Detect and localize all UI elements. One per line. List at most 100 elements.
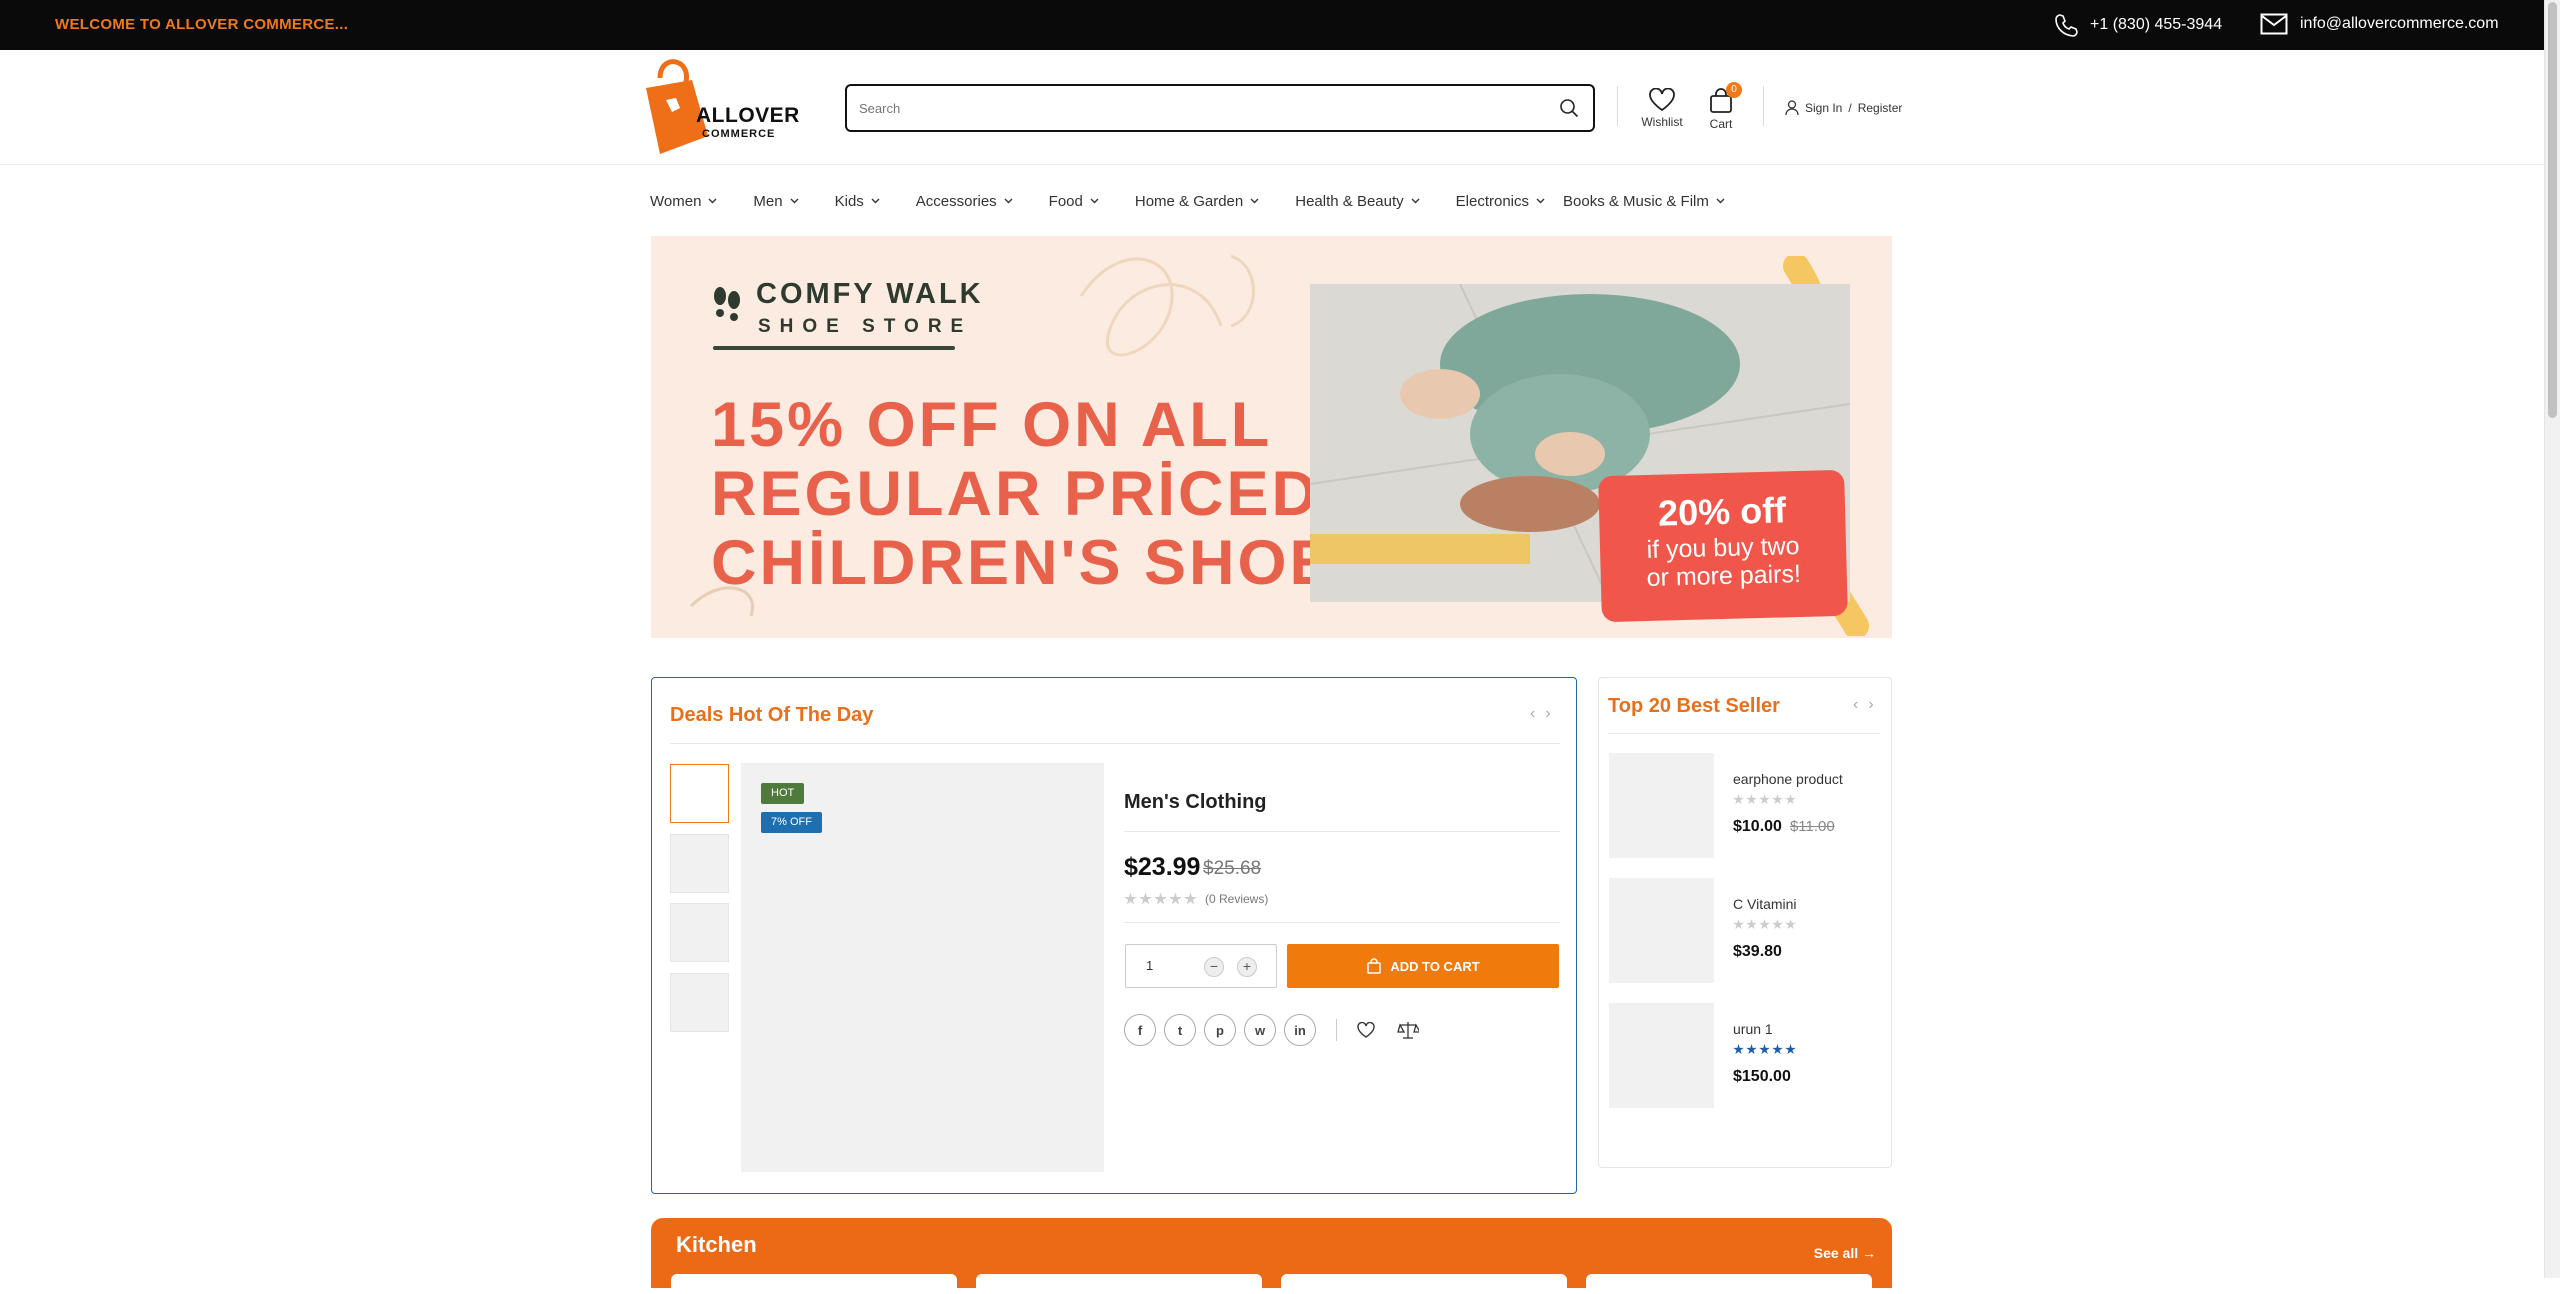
register-link[interactable]: Register (1858, 101, 1903, 115)
promo-line: REGULAR PRİCED (711, 459, 1321, 529)
nav-item-label: Home & Garden (1134, 192, 1244, 210)
nav-item-accessories[interactable]: Accessories (916, 193, 1013, 210)
see-all-link[interactable]: See all → (1814, 1245, 1876, 1261)
reviews-count[interactable]: (0 Reviews) (1205, 892, 1268, 906)
nav-item-electronics[interactable]: Electronics (1456, 193, 1545, 210)
nav-item-kids[interactable]: Kids (835, 193, 880, 210)
best-seller-image[interactable] (1609, 1003, 1714, 1108)
product-card[interactable] (1281, 1274, 1567, 1294)
rating-stars (1733, 1044, 1796, 1055)
best-seller-name[interactable]: C Vitamini (1733, 896, 1797, 912)
product-card[interactable] (1586, 1274, 1872, 1294)
offer-badge: 20% off if you buy two or more pairs! (1598, 469, 1848, 623)
best-seller-carousel-arrows: ‹ › (1853, 696, 1874, 714)
phone-contact[interactable]: +1 (830) 455-3944 (2054, 13, 2222, 37)
email-contact[interactable]: info@allovercommerce.com (2260, 13, 2499, 35)
divider (1124, 831, 1560, 832)
plus-button[interactable]: + (1237, 957, 1257, 977)
chevron-left-icon[interactable]: ‹ (1853, 696, 1858, 714)
current-price: $39.80 (1733, 943, 1782, 960)
compare-icon[interactable] (1397, 1021, 1419, 1039)
star-icon (1139, 892, 1152, 905)
brand-name: COMFY WALK (756, 278, 984, 310)
phone-number: +1 (830) 455-3944 (2090, 16, 2223, 33)
cart-count-badge: 0 (1726, 82, 1742, 98)
brand-underline (713, 346, 955, 350)
product-price: $23.99 (1124, 853, 1201, 881)
logo-title: ALLOVER (696, 104, 800, 127)
nav-item-food[interactable]: Food (1049, 193, 1099, 210)
star-icon (1124, 892, 1137, 905)
offer-text: or more pairs! (1646, 559, 1802, 593)
wishlist-button[interactable]: Wishlist (1640, 87, 1684, 129)
quantity-value[interactable]: 1 (1146, 958, 1153, 973)
pinterest-icon[interactable]: p (1204, 1014, 1236, 1046)
best-seller-image[interactable] (1609, 753, 1714, 858)
rating-stars (1733, 794, 1796, 805)
product-name[interactable]: Men's Clothing (1124, 791, 1267, 814)
best-seller-name[interactable]: earphone product (1733, 771, 1843, 787)
star-icon (1772, 794, 1783, 805)
facebook-icon[interactable]: f (1124, 1014, 1156, 1046)
nav-item-home-garden[interactable]: Home & Garden (1135, 193, 1259, 210)
page-scrollbar[interactable] (2544, 0, 2560, 1278)
add-to-cart-button[interactable]: ADD TO CART (1287, 944, 1559, 988)
nav-item-books-music-film[interactable]: Books & Music & Film (1563, 193, 1725, 210)
chevron-down-icon (790, 198, 799, 204)
offer-title: 20% off (1657, 489, 1787, 534)
chevron-down-icon (1716, 198, 1725, 204)
star-icon (1772, 919, 1783, 930)
search-icon[interactable] (1559, 98, 1579, 118)
search-box[interactable] (845, 84, 1595, 132)
wishlist-label: Wishlist (1641, 115, 1683, 129)
product-thumbnail[interactable] (670, 973, 729, 1032)
product-main-image[interactable]: HOT 7% OFF (741, 763, 1104, 1172)
linkedin-icon[interactable]: in (1284, 1014, 1316, 1046)
best-seller-name[interactable]: urun 1 (1733, 1021, 1773, 1037)
site-logo[interactable]: ALLOVER COMMERCE (642, 58, 799, 158)
sign-in-link[interactable]: Sign In (1805, 101, 1842, 115)
product-thumbnail[interactable] (670, 834, 729, 893)
star-icon (1759, 1044, 1770, 1055)
heart-icon[interactable] (1357, 1022, 1375, 1038)
user-icon (1785, 100, 1799, 116)
search-input[interactable] (859, 96, 1519, 120)
product-thumbnail[interactable] (670, 764, 729, 823)
chevron-down-icon (1536, 198, 1545, 204)
top-bar: WELCOME TO ALLOVER COMMERCE... +1 (830) … (0, 0, 2544, 50)
best-seller-price: $39.80 (1733, 943, 1782, 961)
rating-stars (1733, 919, 1796, 930)
nav-item-men[interactable]: Men (753, 192, 799, 210)
product-card[interactable] (671, 1274, 957, 1294)
star-icon (1746, 1044, 1757, 1055)
heart-icon (1649, 87, 1675, 112)
whatsapp-icon[interactable]: w (1244, 1014, 1276, 1046)
email-address: info@allovercommerce.com (2300, 15, 2499, 32)
product-card[interactable] (976, 1274, 1262, 1294)
scrollbar-thumb[interactable] (2548, 2, 2557, 418)
chevron-right-icon[interactable]: › (1868, 696, 1873, 714)
product-thumbnail[interactable] (670, 903, 729, 962)
star-icon (1184, 892, 1197, 905)
kitchen-title: Kitchen (676, 1232, 757, 1257)
nav-item-label: Women (650, 192, 702, 210)
old-price: $11.00 (1789, 818, 1835, 835)
footprints-icon (714, 287, 740, 321)
rating-stars: (0 Reviews) (1124, 892, 1268, 906)
chevron-left-icon[interactable]: ‹ (1530, 705, 1535, 723)
shopping-bag-icon (1367, 958, 1382, 974)
divider (1124, 922, 1560, 923)
nav-item-label: Men (753, 192, 783, 210)
nav-item-women[interactable]: Women (650, 193, 717, 210)
minus-button[interactable]: − (1204, 957, 1224, 977)
chevron-right-icon[interactable]: › (1545, 705, 1550, 723)
chevron-down-icon (1090, 198, 1099, 204)
cart-button[interactable]: 0 Cart (1704, 82, 1742, 131)
welcome-text: WELCOME TO ALLOVER COMMERCE... (55, 16, 349, 33)
nav-item-health-beauty[interactable]: Health & Beauty (1295, 193, 1420, 210)
promo-banner[interactable]: COMFY WALK SHOE STORE 15% OFF ON ALL REG… (651, 236, 1892, 638)
best-seller-image[interactable] (1609, 878, 1714, 983)
share-buttons: f t p w in (1124, 1014, 1419, 1046)
twitter-icon[interactable]: t (1164, 1014, 1196, 1046)
star-icon (1785, 1044, 1796, 1055)
